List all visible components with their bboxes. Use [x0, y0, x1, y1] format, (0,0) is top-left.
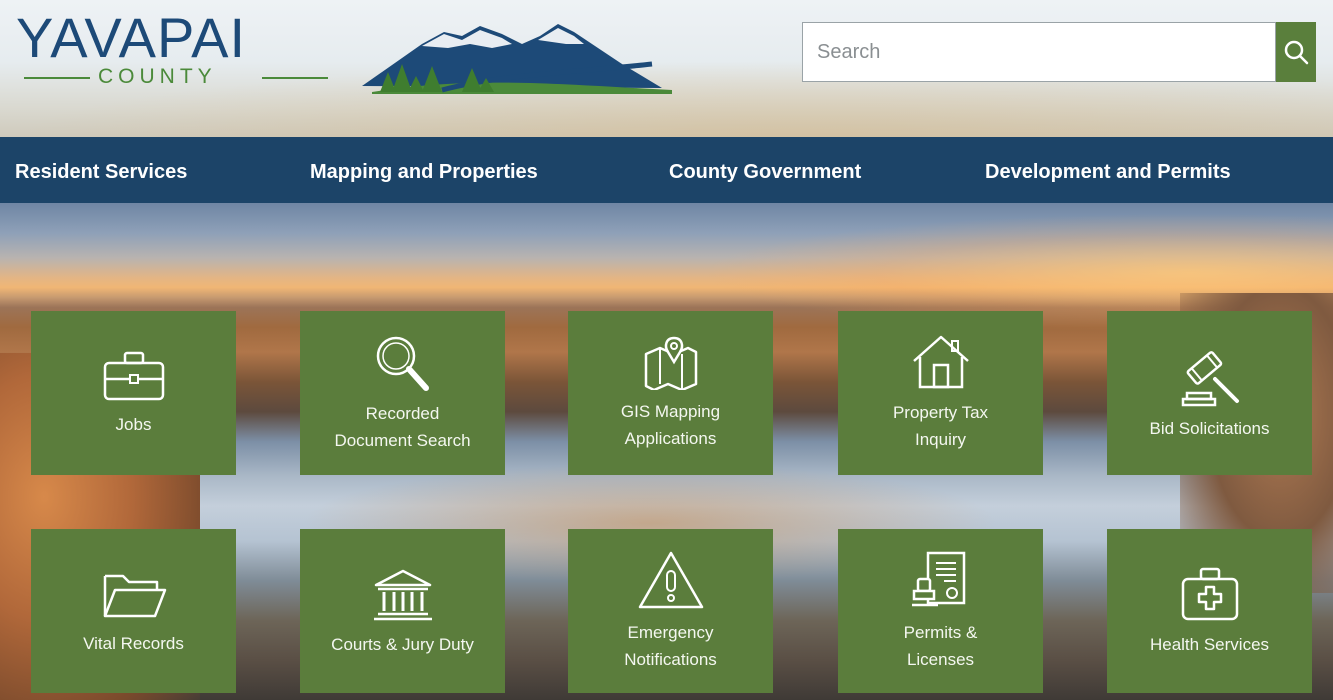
tile-label: Jobs [115, 414, 152, 434]
search-input[interactable] [802, 22, 1276, 82]
tile-label: Bid Solicitations [1149, 418, 1270, 438]
tile-jobs[interactable]: Jobs [31, 311, 236, 475]
tile-property-tax-inquiry[interactable]: Property Tax Inquiry [838, 311, 1043, 475]
tile-label: Recorded Document Search [334, 404, 471, 450]
nav-resident-services[interactable]: Resident Services [15, 137, 187, 203]
tile-vital-records[interactable]: Vital Records [31, 529, 236, 693]
map-pin-icon [644, 336, 697, 390]
briefcase-icon [103, 351, 164, 400]
nav-mapping-and-properties[interactable]: Mapping and Properties [310, 137, 538, 203]
tile-label: Property Tax Inquiry [892, 403, 989, 449]
mountain-logo-icon [362, 24, 672, 94]
logo-subtitle: COUNTY [98, 65, 217, 88]
search-icon [1284, 40, 1309, 65]
tile-gis-mapping-applications[interactable]: GIS Mapping Applications [568, 311, 773, 475]
tile-label: Emergency Notifications [624, 623, 717, 669]
tile-label: Vital Records [83, 633, 184, 653]
first-aid-kit-icon [1181, 567, 1238, 620]
permit-document-icon [911, 551, 965, 607]
tile-label: GIS Mapping Applications [620, 402, 721, 448]
search-button[interactable] [1276, 22, 1316, 82]
tile-emergency-notifications[interactable]: Emergency Notifications [568, 529, 773, 693]
folder-icon [103, 574, 166, 617]
nav-county-government[interactable]: County Government [669, 137, 861, 203]
magnifier-icon [376, 336, 429, 391]
house-icon [912, 335, 969, 389]
warning-icon [638, 551, 703, 609]
search-bar [802, 22, 1316, 82]
county-logo[interactable]: YAVAPAI COUNTY [16, 6, 672, 94]
tile-bid-solicitations[interactable]: Bid Solicitations [1107, 311, 1312, 475]
logo-rule-left [24, 77, 90, 79]
nav-development-and-permits[interactable]: Development and Permits [985, 137, 1231, 203]
tile-recorded-document-search[interactable]: Recorded Document Search [300, 311, 505, 475]
tile-courts-jury-duty[interactable]: Courts & Jury Duty [300, 529, 505, 693]
tile-permits-licenses[interactable]: Permits & Licenses [838, 529, 1043, 693]
tile-label: Courts & Jury Duty [331, 634, 474, 654]
tile-label: Health Services [1149, 634, 1270, 654]
tile-label: Permits & Licenses [903, 623, 978, 669]
courthouse-icon [373, 569, 432, 620]
site-header: YAVAPAI COUNTY [0, 0, 1333, 137]
logo-wordmark: YAVAPAI [16, 6, 247, 69]
tile-health-services[interactable]: Health Services [1107, 529, 1312, 693]
gavel-icon [1181, 350, 1239, 406]
main-navigation: Resident Services Mapping and Properties… [0, 137, 1333, 203]
logo-rule-right [262, 77, 328, 79]
